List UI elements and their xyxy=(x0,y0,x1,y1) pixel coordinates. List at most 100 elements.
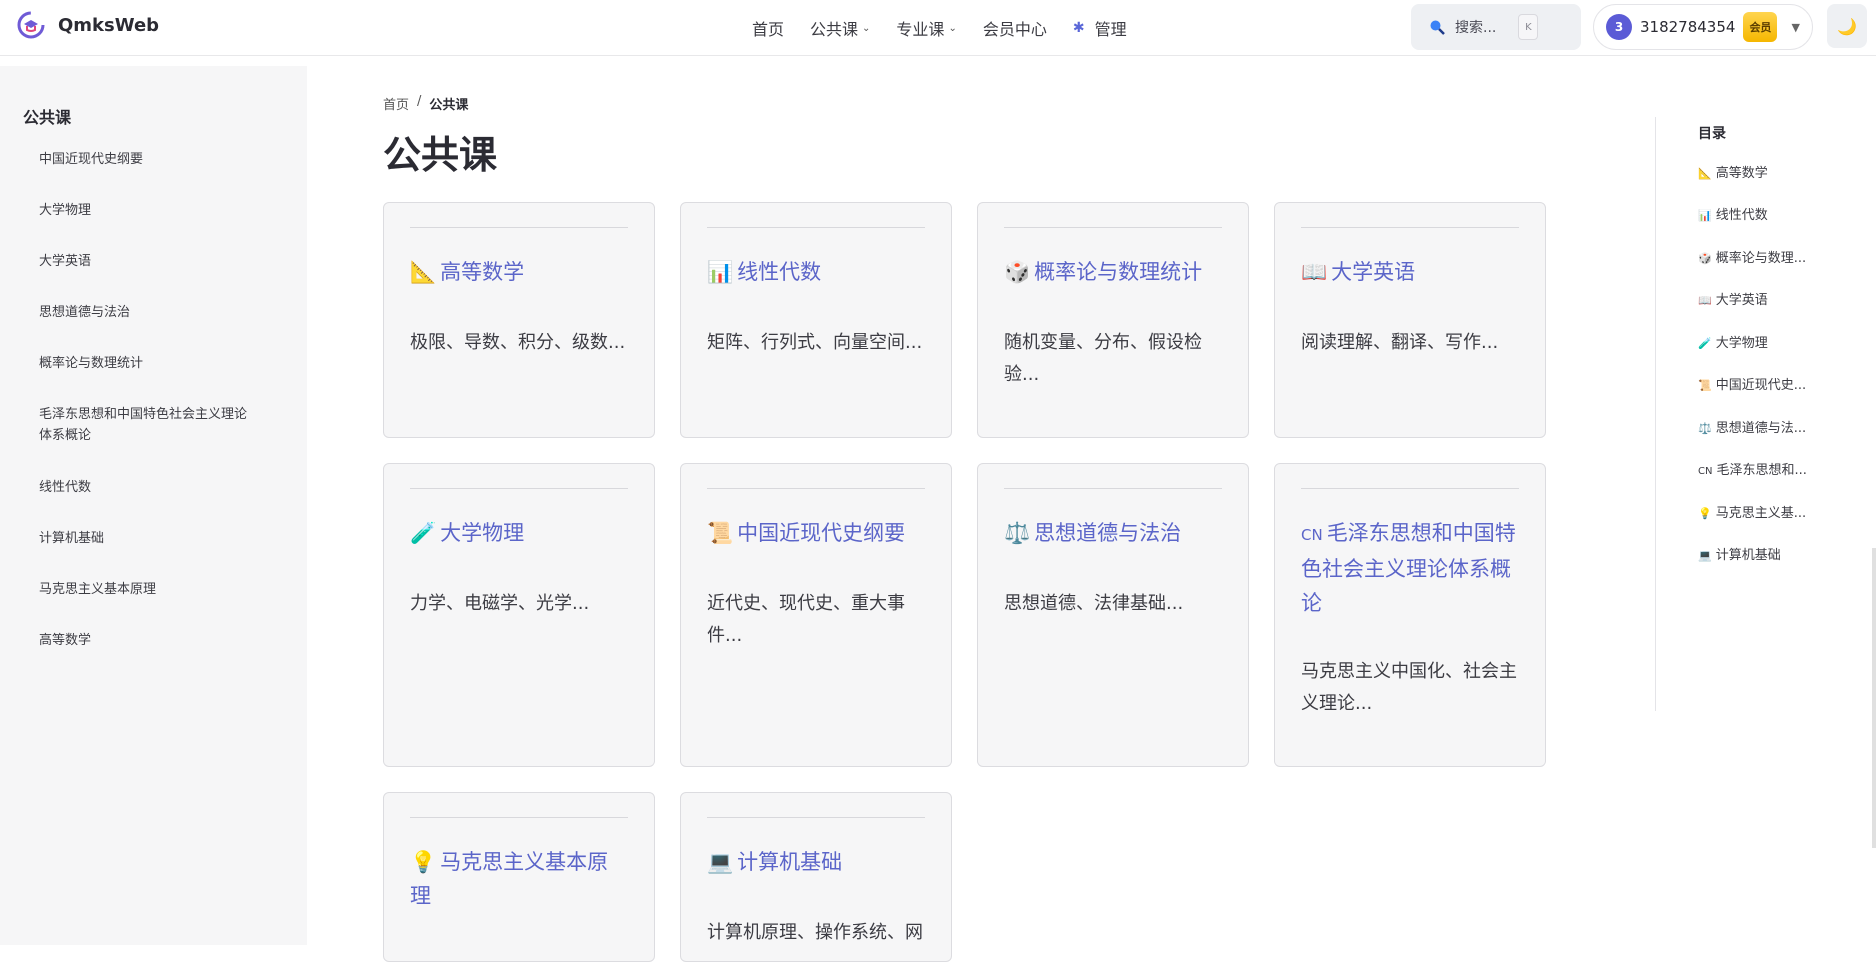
course-card[interactable]: 💻 计算机基础 计算机原理、操作系统、网 xyxy=(680,792,952,962)
nav-public-label: 公共课 xyxy=(810,20,859,39)
card-divider xyxy=(1301,227,1519,228)
sidebar-item[interactable]: 大学英语 xyxy=(39,251,269,272)
main-nav: 首页 公共课 ⌄ 专业课 ⌄ 会员中心 ✱ 管理 xyxy=(752,0,1127,56)
toc-item[interactable]: 🧪 大学物理 xyxy=(1698,332,1768,351)
sidebar-item[interactable]: 中国近现代史纲要 xyxy=(39,149,269,170)
nav-public-courses[interactable]: 公共课 ⌄ xyxy=(810,16,870,40)
sidebar: 公共课 中国近现代史纲要 大学物理 大学英语 思想道德与法治 概率论与数理统计 … xyxy=(0,66,307,945)
card-title[interactable]: 📖 大学英语 xyxy=(1301,255,1519,289)
cn-flag-icon: CN xyxy=(1698,466,1713,477)
nav-major-label: 专业课 xyxy=(896,20,945,39)
card-title[interactable]: 💡 马克思主义基本原理 xyxy=(410,845,628,913)
card-divider xyxy=(1004,488,1222,489)
nav-admin[interactable]: ✱ 管理 xyxy=(1073,16,1127,40)
toc-item[interactable]: 💻 计算机基础 xyxy=(1698,544,1781,563)
toc-item[interactable]: 📜 中国近现代史... xyxy=(1698,374,1806,393)
dice-icon: 🎲 xyxy=(1698,252,1712,265)
site-logo[interactable]: QmksWeb xyxy=(16,10,159,40)
toc-item-label: 线性代数 xyxy=(1715,208,1768,223)
toc-item-label: 马克思主义基... xyxy=(1715,506,1807,521)
computer-icon: 💻 xyxy=(1698,549,1712,562)
card-title[interactable]: 📜 中国近现代史纲要 xyxy=(707,516,925,550)
card-divider xyxy=(1301,488,1519,489)
sidebar-item[interactable]: 高等数学 xyxy=(39,630,269,651)
toc-item[interactable]: 📖 大学英语 xyxy=(1698,289,1768,308)
toc-item[interactable]: 📊 线性代数 xyxy=(1698,204,1768,223)
course-card[interactable]: 📐 高等数学 极限、导数、积分、级数... xyxy=(383,202,655,438)
sidebar-item[interactable]: 计算机基础 xyxy=(39,528,269,549)
card-title[interactable]: ⚖️ 思想道德与法治 xyxy=(1004,516,1222,550)
search-button[interactable]: 搜索... K xyxy=(1411,4,1581,50)
card-title[interactable]: 📐 高等数学 xyxy=(410,255,628,289)
top-navbar: QmksWeb 首页 公共课 ⌄ 专业课 ⌄ 会员中心 ✱ 管理 搜索... K 3 … xyxy=(0,0,1876,56)
dice-icon: 🎲 xyxy=(1004,260,1031,284)
breadcrumb-separator: / xyxy=(417,94,422,109)
sidebar-item[interactable]: 马克思主义基本原理 xyxy=(39,579,269,600)
course-card[interactable]: CN 毛泽东思想和中国特色社会主义理论体系概论 马克思主义中国化、社会主义理论..… xyxy=(1274,463,1546,767)
course-card[interactable]: 📜 中国近现代史纲要 近代史、现代史、重大事件... xyxy=(680,463,952,767)
member-badge: 会员 xyxy=(1743,12,1778,42)
card-title[interactable]: 🎲 概率论与数理统计 xyxy=(1004,255,1222,289)
card-title-text: 毛泽东思想和中国特色社会主义理论体系概论 xyxy=(1301,521,1516,615)
gear-icon: ✱ xyxy=(1072,20,1085,36)
nav-home[interactable]: 首页 xyxy=(752,16,784,40)
nav-member-center[interactable]: 会员中心 xyxy=(983,16,1047,40)
toc-item[interactable]: CN 毛泽东思想和... xyxy=(1698,459,1807,478)
course-card[interactable]: ⚖️ 思想道德与法治 思想道德、法律基础... xyxy=(977,463,1249,767)
card-title-text: 马克思主义基本原理 xyxy=(410,850,609,908)
course-card[interactable]: 💡 马克思主义基本原理 xyxy=(383,792,655,962)
breadcrumb-home[interactable]: 首页 xyxy=(383,94,409,113)
card-divider xyxy=(707,817,925,818)
course-card[interactable]: 🧪 大学物理 力学、电磁学、光学... xyxy=(383,463,655,767)
avatar: 3 xyxy=(1606,14,1632,40)
toc-item[interactable]: 🎲 概率论与数理... xyxy=(1698,247,1806,266)
sidebar-item[interactable]: 思想道德与法治 xyxy=(39,302,269,323)
theme-toggle-button[interactable]: 🌙 xyxy=(1827,4,1867,48)
card-title[interactable]: CN 毛泽东思想和中国特色社会主义理论体系概论 xyxy=(1301,516,1519,620)
test-tube-icon: 🧪 xyxy=(1698,337,1712,350)
card-title-text: 思想道德与法治 xyxy=(1034,521,1182,545)
scales-icon: ⚖️ xyxy=(1698,422,1712,435)
nav-admin-label: 管理 xyxy=(1094,20,1127,39)
course-card[interactable]: 📊 线性代数 矩阵、行列式、向量空间... xyxy=(680,202,952,438)
card-description: 随机变量、分布、假设检验... xyxy=(1004,332,1202,385)
card-title[interactable]: 📊 线性代数 xyxy=(707,255,925,289)
sidebar-title: 公共课 xyxy=(23,108,72,127)
moon-icon: 🌙 xyxy=(1837,16,1857,36)
breadcrumb-current: 公共课 xyxy=(429,98,469,113)
card-divider xyxy=(707,227,925,228)
toc-item[interactable]: 📐 高等数学 xyxy=(1698,162,1768,181)
card-divider xyxy=(410,227,628,228)
card-description: 计算机原理、操作系统、网 xyxy=(707,922,923,943)
toc-item[interactable]: ⚖️ 思想道德与法... xyxy=(1698,417,1806,436)
sidebar-item[interactable]: 概率论与数理统计 xyxy=(39,353,269,374)
sidebar-item[interactable]: 线性代数 xyxy=(39,477,269,498)
toc-item[interactable]: 💡 马克思主义基... xyxy=(1698,502,1806,521)
card-title-text: 高等数学 xyxy=(440,260,525,284)
card-description: 阅读理解、翻译、写作... xyxy=(1301,332,1499,353)
ruler-icon: 📐 xyxy=(410,260,437,284)
search-icon xyxy=(1430,20,1445,35)
sidebar-item[interactable]: 大学物理 xyxy=(39,200,269,221)
scrollbar[interactable] xyxy=(1872,548,1876,848)
course-card[interactable]: 🎲 概率论与数理统计 随机变量、分布、假设检验... xyxy=(977,202,1249,438)
toc-item-label: 大学英语 xyxy=(1715,293,1768,308)
sidebar-item[interactable]: 毛泽东思想和中国特色社会主义理论体系概论 xyxy=(39,404,259,446)
card-description: 力学、电磁学、光学... xyxy=(410,593,590,614)
card-title[interactable]: 🧪 大学物理 xyxy=(410,516,628,550)
search-shortcut-key: K xyxy=(1518,14,1539,40)
course-card[interactable]: 📖 大学英语 阅读理解、翻译、写作... xyxy=(1274,202,1546,438)
toc-item-label: 毛泽东思想和... xyxy=(1716,463,1807,478)
card-title[interactable]: 💻 计算机基础 xyxy=(707,845,925,879)
book-icon: 📖 xyxy=(1301,260,1328,284)
ruler-icon: 📐 xyxy=(1698,167,1712,180)
computer-icon: 💻 xyxy=(707,850,734,874)
card-title-text: 中国近现代史纲要 xyxy=(737,521,906,545)
nav-member-label: 会员中心 xyxy=(982,20,1047,39)
toc-item-label: 中国近现代史... xyxy=(1715,378,1807,393)
user-menu[interactable]: 3 3182784354 会员 ▼ xyxy=(1593,4,1813,50)
card-divider xyxy=(410,488,628,489)
nav-major-courses[interactable]: 专业课 ⌄ xyxy=(896,16,956,40)
card-description: 近代史、现代史、重大事件... xyxy=(707,593,905,646)
toc-item-label: 计算机基础 xyxy=(1715,548,1781,563)
